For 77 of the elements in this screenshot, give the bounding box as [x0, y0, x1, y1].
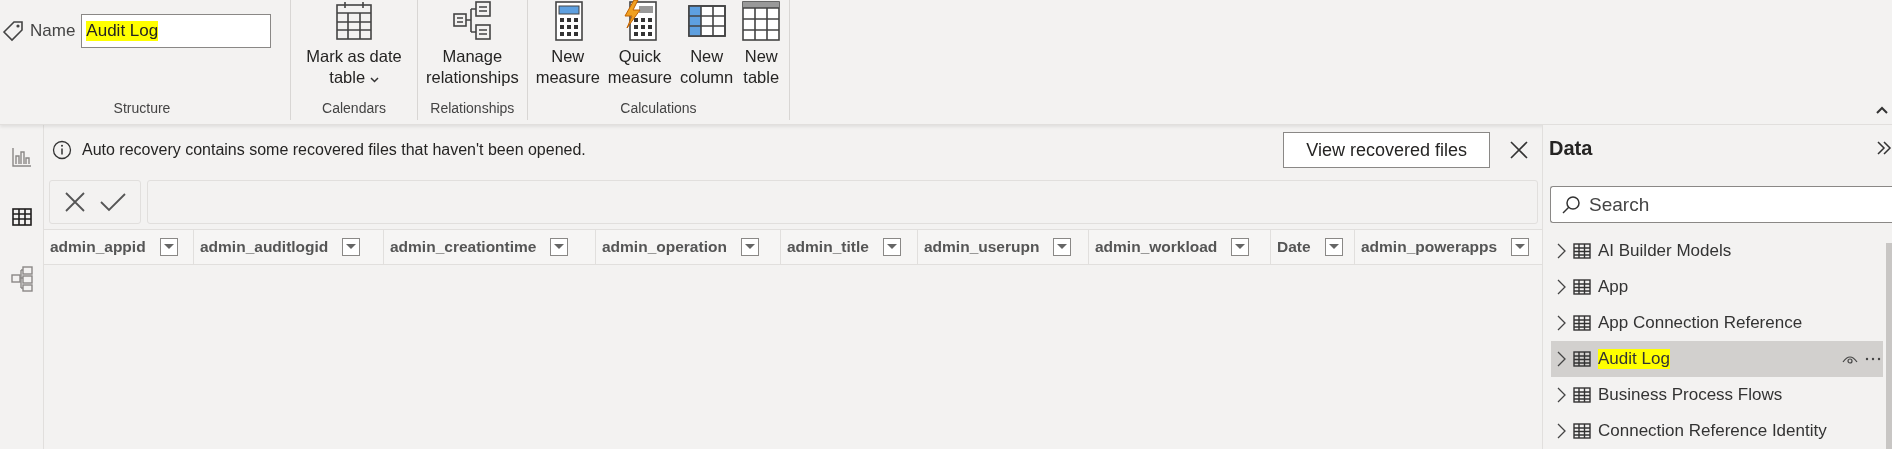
caret-icon — [886, 244, 897, 250]
notification-message: Auto recovery contains some recovered files that haven't been opened. — [82, 141, 587, 159]
ribbon-button[interactable]: Quick measure — [607, 0, 673, 96]
calendar-icon — [334, 0, 374, 42]
column-header: admin_powerapps — [1361, 238, 1498, 256]
column-header: admin_userupn — [924, 238, 1040, 256]
column-header: admin_creationtime — [390, 238, 537, 256]
chevron-icon[interactable] — [1557, 279, 1566, 295]
tree-item[interactable]: Connection Reference Identity — [1551, 413, 1883, 449]
column-header: admin_appid — [50, 238, 146, 256]
tag-icon — [2, 20, 24, 42]
dropdown-button[interactable] — [1324, 238, 1343, 256]
ribbon-button[interactable]: New table — [741, 0, 782, 96]
confirm-icon[interactable] — [100, 192, 126, 212]
more-icon[interactable] — [1865, 357, 1881, 361]
name-label: Name — [30, 21, 76, 41]
dropdown-button[interactable] — [882, 238, 901, 256]
dropdown-button[interactable] — [342, 238, 361, 256]
eye-icon[interactable] — [1842, 353, 1858, 365]
group-label: Calculations — [619, 99, 698, 118]
column-header: Date — [1277, 238, 1311, 256]
dropdown-button[interactable] — [1053, 238, 1072, 256]
dropdown-button[interactable] — [550, 238, 569, 256]
collapse-icon[interactable] — [1876, 106, 1888, 114]
group-label: Relationships — [429, 99, 516, 118]
tree-item[interactable]: AI Builder Models — [1551, 233, 1883, 269]
view-recovered-files-button[interactable]: View recovered files — [1283, 132, 1490, 168]
dropdown-button[interactable] — [740, 238, 759, 256]
table-icon — [1573, 423, 1591, 439]
caret-icon — [1057, 244, 1068, 250]
caret-icon — [1235, 244, 1246, 250]
search-field[interactable]: Search — [1550, 186, 1892, 223]
caret-icon — [346, 244, 357, 250]
collapse-pane-icon[interactable] — [1876, 140, 1892, 156]
caret-icon — [1328, 244, 1339, 250]
group-label: Structure — [112, 99, 172, 118]
caret-icon — [1515, 244, 1526, 250]
ribbon-button[interactable]: Manage relationships — [426, 0, 519, 96]
info-icon — [52, 140, 72, 160]
column-header: admin_workload — [1095, 238, 1218, 256]
model-icon[interactable] — [8, 264, 35, 294]
ribbon-button[interactable]: Mark as date table — [299, 0, 409, 96]
column-header: admin_auditlogid — [200, 238, 329, 256]
tree-item[interactable]: Audit Log — [1551, 341, 1883, 377]
dropdown-button[interactable] — [1511, 238, 1530, 256]
relationships-icon — [452, 0, 493, 42]
group-label: Calendars — [321, 99, 387, 118]
search-input[interactable]: Search — [1589, 193, 1892, 216]
search-icon — [1561, 194, 1581, 215]
scrollbar[interactable] — [1886, 243, 1892, 449]
chevron-icon[interactable] — [1557, 423, 1566, 439]
tree-item[interactable]: Business Process Flows — [1551, 377, 1883, 413]
name-field[interactable]: Audit Log — [81, 14, 272, 48]
cancel-icon[interactable] — [64, 191, 86, 213]
table-icon — [1573, 243, 1591, 259]
table-icon — [741, 0, 782, 42]
column-header: admin_operation — [602, 238, 727, 256]
caret-icon — [554, 244, 565, 250]
ribbon-button[interactable]: New column — [680, 0, 734, 96]
tree-item[interactable]: App Connection Reference — [1551, 305, 1883, 341]
chevron-icon[interactable] — [1557, 387, 1566, 403]
close-icon[interactable] — [1510, 141, 1528, 159]
table-icon — [1573, 315, 1591, 331]
caret-icon — [744, 244, 755, 250]
chevron-icon[interactable] — [1557, 315, 1566, 331]
chevron-icon[interactable] — [1557, 243, 1566, 259]
table-icon — [1573, 387, 1591, 403]
chevron-icon[interactable] — [1557, 351, 1566, 367]
table-icon — [1573, 279, 1591, 295]
dropdown-button[interactable] — [1231, 238, 1250, 256]
ribbon-button[interactable]: New measure — [535, 0, 600, 96]
table-icon — [1573, 351, 1591, 367]
dropdown-button[interactable] — [159, 238, 178, 256]
tree-item[interactable]: App — [1551, 269, 1883, 305]
caret-icon — [163, 244, 174, 250]
column-header: admin_title — [787, 238, 869, 256]
pane-title: Data — [1549, 136, 1593, 160]
